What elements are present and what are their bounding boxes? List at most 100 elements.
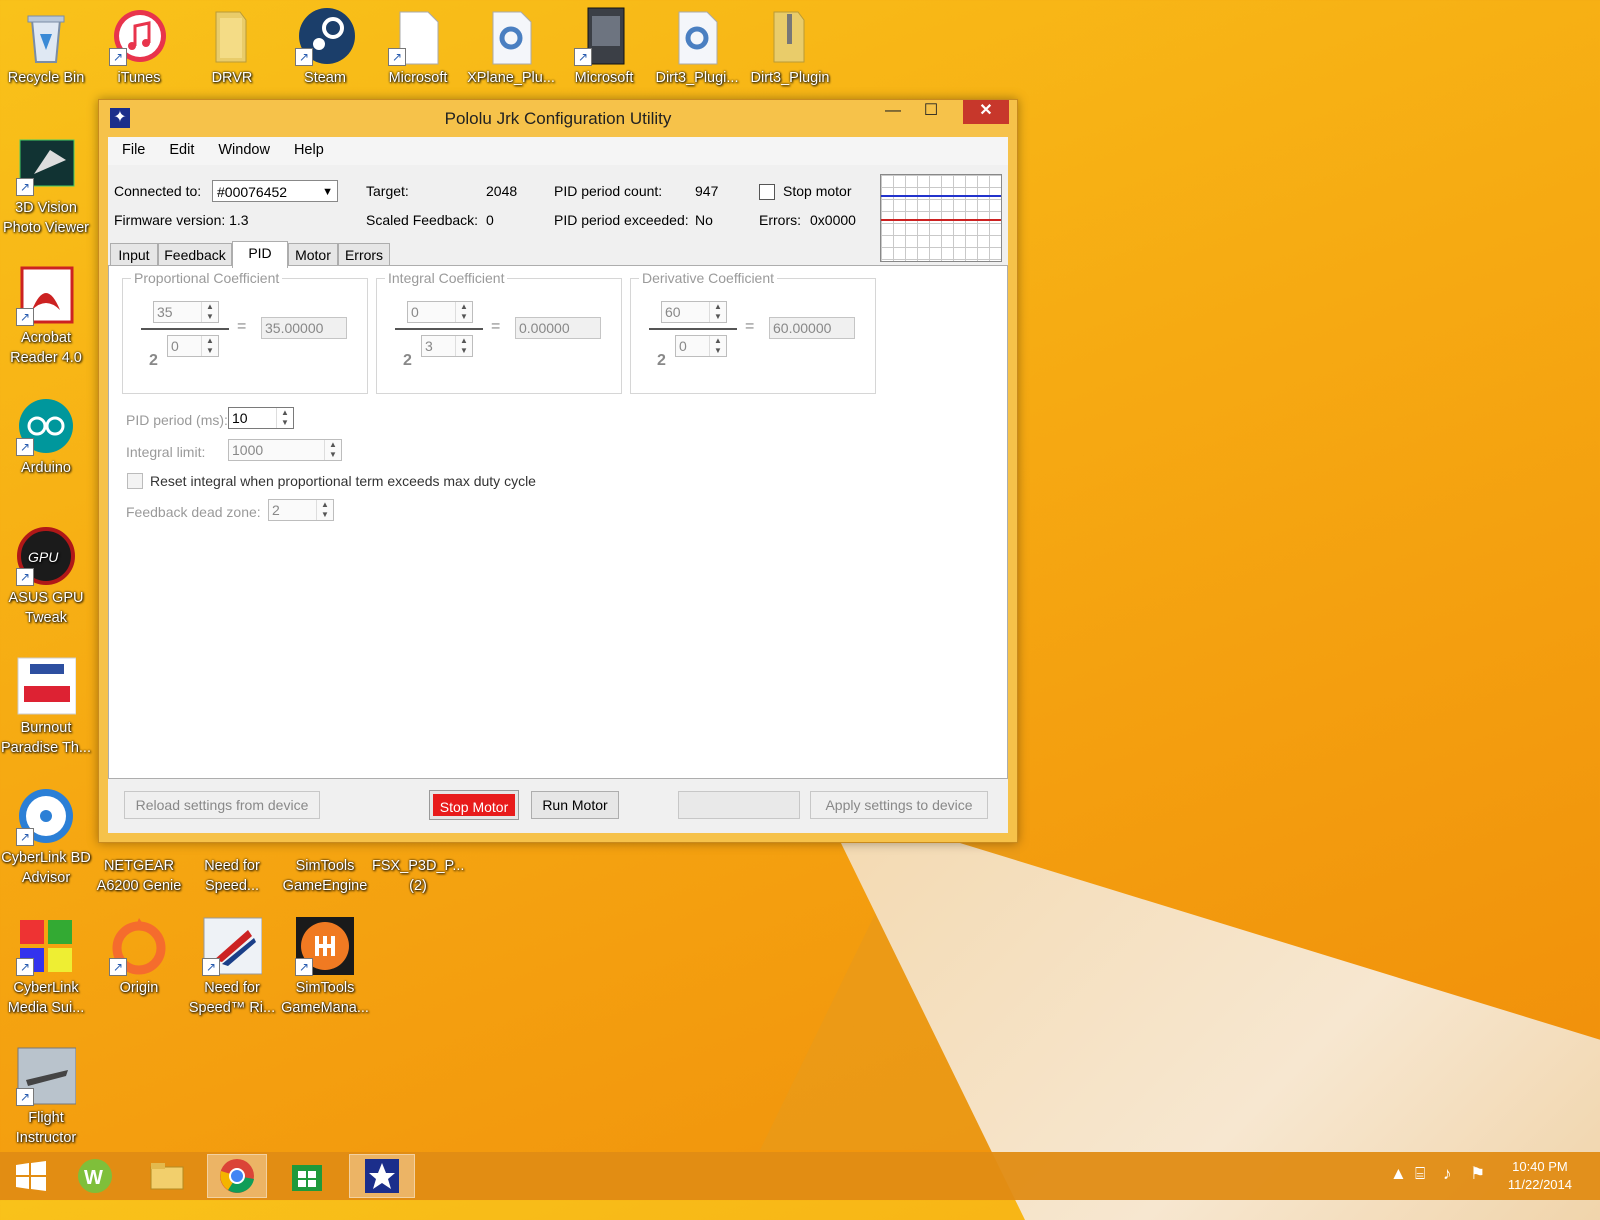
desktop-icon-need-for-speed-2[interactable]: ↗ Need for Speed™ Ri... — [186, 916, 278, 1018]
pid-count-value: 947 — [695, 183, 719, 199]
desktop-icon-label: ASUS GPU — [8, 590, 84, 606]
desktop-icon-microsoft-2[interactable]: ↗ Microsoft — [558, 6, 650, 88]
device-select[interactable]: #00076452 ▼ — [212, 180, 338, 202]
integral-multiplier-value: 0 — [411, 304, 419, 320]
desktop-icon-recycle-bin[interactable]: Recycle Bin — [0, 6, 92, 88]
desktop-icon-label-2: Instructor — [15, 1130, 77, 1146]
desktop-icon-3d-vision[interactable]: ↗ 3D Vision Photo Viewer — [0, 136, 92, 238]
desktop-icon-label: Origin — [119, 980, 159, 996]
zip-folder-icon — [760, 6, 820, 66]
spin-updown-icon[interactable]: ▲ ▼ — [455, 302, 472, 322]
derivative-multiplier-input[interactable]: 60 ▲ ▼ — [661, 301, 727, 323]
integral-limit-input[interactable]: 1000 ▲ ▼ — [228, 439, 342, 461]
desktop-icon-steam[interactable]: ↗ Steam — [279, 6, 371, 88]
desktop-icon-label-2: Reader 4.0 — [10, 350, 82, 366]
desktop-icon-origin[interactable]: ↗ Origin — [93, 916, 185, 998]
desktop-icon-simtools-gameengine[interactable]: SimTools GameEngine — [279, 856, 371, 896]
run-motor-button[interactable]: Run Motor — [531, 791, 619, 819]
flight-instructor-icon: ↗ — [16, 1046, 77, 1106]
title-bar[interactable]: ✦ Pololu Jrk Configuration Utility — ☐ ✕ — [99, 100, 1017, 137]
spin-updown-icon[interactable]: ▲ ▼ — [276, 408, 293, 428]
chevron-down-icon: ▼ — [322, 186, 333, 198]
stop-motor-checkbox[interactable] — [759, 184, 775, 200]
close-button[interactable]: ✕ — [963, 100, 1009, 124]
stop-motor-button[interactable]: Stop Motor — [429, 790, 519, 820]
integral-limit-value: 1000 — [232, 442, 264, 458]
desktop-icon-arduino[interactable]: ↗ Arduino — [0, 396, 92, 478]
tab-errors[interactable]: Errors — [338, 243, 390, 265]
spin-updown-icon[interactable]: ▲ ▼ — [324, 440, 341, 460]
spin-updown-icon[interactable]: ▲ ▼ — [201, 302, 218, 322]
desktop-icon-label-2: Media Sui... — [7, 1000, 85, 1016]
proportional-exponent-value: 0 — [171, 338, 179, 354]
tab-feedback[interactable]: Feedback — [158, 243, 232, 265]
reset-integral-checkbox[interactable] — [127, 473, 143, 489]
reload-settings-button[interactable]: Reload settings from device — [124, 791, 320, 819]
need-for-speed-icon: ↗ — [202, 916, 263, 976]
spin-updown-icon[interactable]: ▲ ▼ — [709, 336, 726, 356]
start-button[interactable] — [2, 1155, 60, 1197]
integral-exponent-input[interactable]: 3 ▲ ▼ — [421, 335, 473, 357]
spin-updown-icon[interactable]: ▲ ▼ — [201, 336, 218, 356]
desktop-icon-netgear[interactable]: NETGEAR A6200 Genie — [93, 856, 185, 896]
menu-file[interactable]: File — [108, 137, 155, 158]
shortcut-arrow-icon: ↗ — [16, 828, 34, 846]
desktop-icon-simtools-gamemanager[interactable]: ↗ SimTools GameMana... — [279, 916, 371, 1018]
derivative-exponent-input[interactable]: 0 ▲ ▼ — [675, 335, 727, 357]
desktop-icon-burnout[interactable]: Burnout Paradise Th... — [0, 656, 92, 758]
desktop-icon-label-2: Photo Viewer — [3, 220, 89, 236]
desktop-icon-fsx-p3d[interactable]: FSX_P3D_P... (2) — [372, 856, 464, 896]
spin-updown-icon[interactable]: ▲ ▼ — [455, 336, 472, 356]
desktop-icon-dirt3-plugin-file[interactable]: Dirt3_Plugi... — [651, 6, 743, 88]
volume-icon[interactable]: ♪ — [1443, 1164, 1452, 1184]
integral-result: 0.00000 — [515, 317, 601, 339]
desktop-icon-microsoft-1[interactable]: ↗ Microsoft — [372, 6, 464, 88]
progress-indicator — [678, 791, 800, 819]
arduino-icon: ↗ — [16, 396, 76, 456]
derivative-exponent-value: 0 — [679, 338, 687, 354]
tab-motor[interactable]: Motor — [288, 243, 338, 265]
shortcut-arrow-icon: ↗ — [202, 958, 220, 976]
desktop-icon-asus-gpu-tweak[interactable]: GPU ↗ ASUS GPU Tweak — [0, 526, 92, 628]
maximize-button[interactable]: ☐ — [915, 100, 947, 124]
integral-multiplier-input[interactable]: 0 ▲ ▼ — [407, 301, 473, 323]
taskbar-winamp[interactable]: W — [66, 1155, 124, 1197]
target-value: 2048 — [486, 183, 518, 199]
integral-exponent-value: 3 — [425, 338, 433, 354]
desktop-icon-cyberlink-media[interactable]: ↗ CyberLink Media Sui... — [0, 916, 92, 1018]
desktop-icon-dirt3-plugin-zip[interactable]: Dirt3_Plugin — [744, 6, 836, 88]
taskbar-jrk-utility[interactable] — [349, 1154, 415, 1198]
pid-period-input[interactable]: 10 ▲ ▼ — [228, 407, 294, 429]
spin-updown-icon[interactable]: ▲ ▼ — [709, 302, 726, 322]
desktop-icon-label: NETGEAR — [103, 858, 175, 874]
show-hidden-icons[interactable]: ▲ — [1390, 1164, 1407, 1184]
spin-updown-icon[interactable]: ▲ ▼ — [316, 500, 333, 520]
fraction-bar — [395, 328, 483, 330]
desktop-icon-cyberlink-bd[interactable]: ↗ CyberLink BD Advisor — [0, 786, 92, 888]
desktop-icon-flight-instructor[interactable]: ↗ Flight Instructor — [0, 1046, 92, 1148]
desktop-icon-itunes[interactable]: ↗ iTunes — [93, 6, 185, 88]
minimize-button[interactable]: — — [877, 100, 909, 124]
network-icon[interactable]: ⌸ — [1415, 1164, 1425, 1184]
desktop-icon-acrobat[interactable]: ↗ Acrobat Reader 4.0 — [0, 266, 92, 368]
menu-edit[interactable]: Edit — [155, 137, 204, 158]
taskbar-file-explorer[interactable] — [138, 1155, 196, 1197]
desktop-icon-need-for-speed-1[interactable]: Need for Speed... — [186, 856, 278, 896]
jrk-config-window: ✦ Pololu Jrk Configuration Utility — ☐ ✕… — [98, 99, 1018, 843]
clock[interactable]: 10:40 PM 11/22/2014 — [1508, 1158, 1572, 1194]
action-center-flag-icon[interactable]: ⚑ — [1470, 1164, 1485, 1184]
taskbar-store[interactable] — [278, 1155, 336, 1197]
cyberlink-media-icon: ↗ — [16, 916, 76, 976]
tab-pid[interactable]: PID — [232, 241, 288, 268]
desktop-icon-drvr[interactable]: DRVR — [186, 6, 278, 88]
dead-zone-input[interactable]: 2 ▲ ▼ — [268, 499, 334, 521]
menu-window[interactable]: Window — [204, 137, 280, 158]
taskbar-chrome[interactable] — [207, 1154, 267, 1198]
desktop-icon-label-2: GameMana... — [281, 1000, 369, 1016]
desktop-icon-xplane-plugin[interactable]: XPlane_Plu... — [465, 6, 557, 88]
apply-settings-button[interactable]: Apply settings to device — [810, 791, 988, 819]
tab-input[interactable]: Input — [110, 243, 158, 265]
proportional-exponent-input[interactable]: 0 ▲ ▼ — [167, 335, 219, 357]
menu-help[interactable]: Help — [280, 137, 334, 158]
proportional-multiplier-input[interactable]: 35 ▲ ▼ — [153, 301, 219, 323]
